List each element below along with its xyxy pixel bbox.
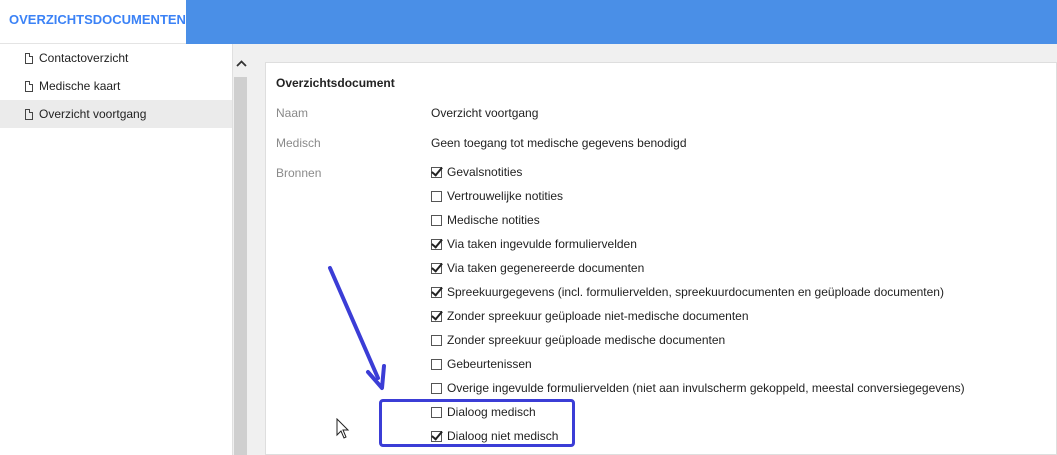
document-icon [25, 52, 33, 64]
panel-title: Overzichtsdocument [276, 76, 395, 90]
chevron-up-icon[interactable] [233, 54, 249, 72]
document-icon [25, 80, 33, 92]
sidebar-item-contactoverzicht[interactable]: Contactoverzicht [0, 44, 232, 72]
document-icon [25, 108, 33, 120]
checkbox-box[interactable] [431, 286, 442, 298]
checkbox-box[interactable] [431, 214, 442, 226]
header-bar [186, 0, 1057, 44]
checkbox-box[interactable] [431, 166, 442, 178]
checkbox-label: Via taken gegenereerde documenten [447, 261, 645, 275]
checkbox-box[interactable] [431, 358, 442, 370]
checkbox-box[interactable] [431, 382, 442, 394]
medisch-label: Medisch [276, 136, 321, 150]
checkbox-box[interactable] [431, 334, 442, 346]
checkbox-box[interactable] [431, 238, 442, 250]
sidebar-item-label: Medische kaart [39, 79, 121, 93]
sidebar-item-medische-kaart[interactable]: Medische kaart [0, 72, 232, 100]
scrollbar-thumb[interactable] [234, 77, 247, 455]
checkbox-box[interactable] [431, 190, 442, 202]
medisch-value: Geen toegang tot medische gegevens benod… [431, 136, 687, 150]
checkbox-box[interactable] [431, 262, 442, 274]
overzichtsdocument-panel [265, 62, 1057, 455]
sidebar-scrollbar[interactable] [232, 44, 249, 455]
checkbox-label: Via taken ingevulde formuliervelden [447, 237, 637, 251]
sidebar-item-label: Overzicht voortgang [39, 107, 147, 121]
bron-checkbox-taken-formuliervelden[interactable]: Via taken ingevulde formuliervelden [431, 236, 637, 252]
checkbox-label: Spreekuurgegevens (incl. formuliervelden… [447, 285, 944, 299]
checkbox-box[interactable] [431, 310, 442, 322]
bron-checkbox-niet-medische-documenten[interactable]: Zonder spreekuur geüploade niet-medische… [431, 308, 749, 324]
highlight-box-annotation [379, 399, 575, 447]
mouse-pointer-icon [336, 418, 350, 439]
bron-checkbox-spreekuurgegevens[interactable]: Spreekuurgegevens (incl. formuliervelden… [431, 284, 944, 300]
bron-checkbox-medische-documenten[interactable]: Zonder spreekuur geüploade medische docu… [431, 332, 725, 348]
bron-checkbox-vertrouwelijke-notities[interactable]: Vertrouwelijke notities [431, 188, 563, 204]
bron-checkbox-overige-formuliervelden[interactable]: Overige ingevulde formuliervelden (niet … [431, 380, 965, 396]
checkbox-label: Medische notities [447, 213, 540, 227]
bronnen-label: Bronnen [276, 166, 322, 180]
checkbox-label: Vertrouwelijke notities [447, 189, 564, 203]
arrow-annotation [328, 266, 386, 390]
checkbox-label: Zonder spreekuur geüploade medische docu… [447, 333, 726, 347]
naam-value: Overzicht voortgang [431, 106, 539, 120]
bron-checkbox-medische-notities[interactable]: Medische notities [431, 212, 540, 228]
bron-checkbox-gevalsnotities[interactable]: Gevalsnotities [431, 164, 522, 180]
sidebar: Contactoverzicht Medische kaart Overzich… [0, 44, 232, 455]
sidebar-item-overzicht-voortgang[interactable]: Overzicht voortgang [0, 100, 232, 128]
checkbox-label: Gevalsnotities [447, 165, 523, 179]
sidebar-item-label: Contactoverzicht [39, 51, 129, 65]
naam-label: Naam [276, 106, 309, 120]
bron-checkbox-taken-documenten[interactable]: Via taken gegenereerde documenten [431, 260, 644, 276]
checkbox-label: Overige ingevulde formuliervelden (niet … [447, 381, 965, 395]
app-title: OVERZICHTSDOCUMENTEN [0, 0, 186, 44]
checkbox-label: Zonder spreekuur geüploade niet-medische… [447, 309, 749, 323]
bron-checkbox-gebeurtenissen[interactable]: Gebeurtenissen [431, 356, 532, 372]
checkbox-label: Gebeurtenissen [447, 357, 532, 371]
